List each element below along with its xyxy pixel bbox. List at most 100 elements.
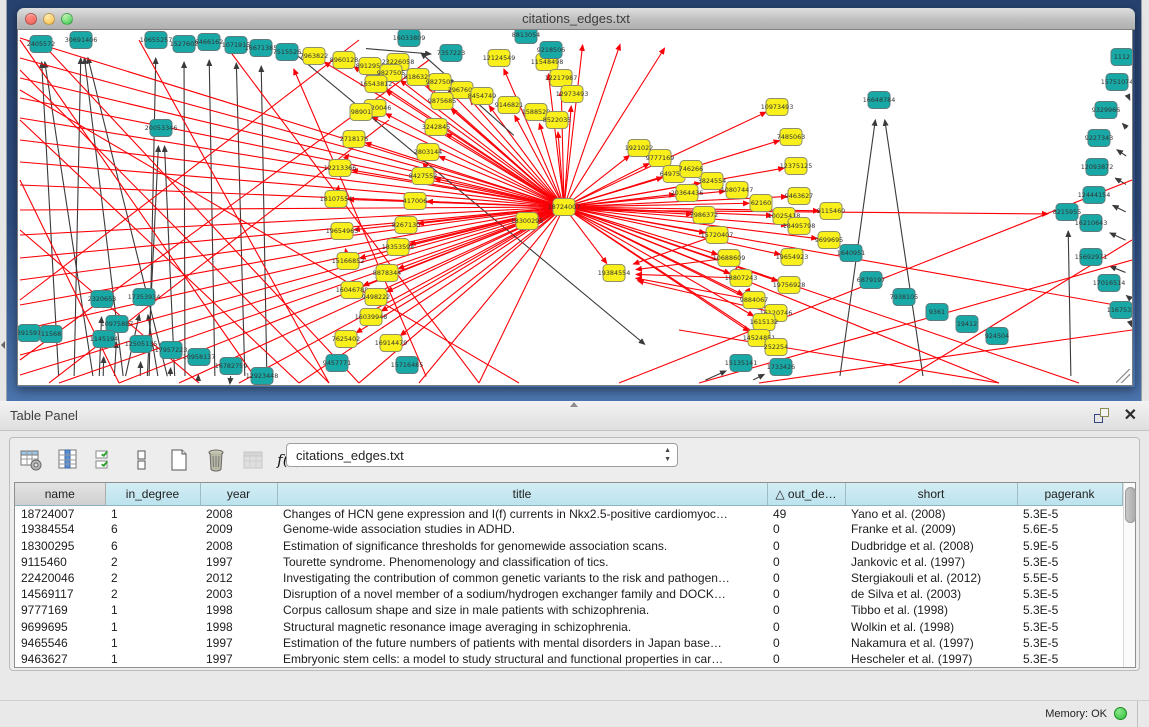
column-header-pagerank[interactable]: pagerank — [1017, 483, 1122, 505]
network-node[interactable]: 1112 — [1111, 49, 1132, 66]
table-row[interactable]: 946362711997Embryonic stem cells: a mode… — [15, 651, 1122, 667]
collapse-left-arrow-icon[interactable] — [1, 341, 5, 349]
network-node[interactable]: 3242845 — [422, 119, 450, 136]
network-node[interactable]: 10975887 — [101, 316, 134, 333]
column-header-year[interactable]: year — [200, 483, 277, 505]
network-node[interactable]: 8267130 — [392, 217, 420, 234]
table-scrollbar-thumb[interactable] — [1125, 487, 1136, 523]
network-node[interactable]: 19654923 — [776, 249, 809, 266]
table-row[interactable]: 1830029562008Estimation of significance … — [15, 538, 1122, 554]
network-node[interactable]: 16210643 — [1075, 215, 1108, 232]
table-settings-icon[interactable] — [18, 447, 44, 473]
network-node[interactable]: 19654963 — [326, 223, 359, 240]
network-node[interactable]: 2405572 — [27, 36, 55, 53]
panel-resize-handle[interactable] — [570, 402, 578, 407]
table-scrollbar[interactable] — [1123, 483, 1136, 667]
network-node[interactable]: 7357223 — [437, 45, 465, 62]
network-node[interactable]: 12444154 — [1078, 187, 1111, 204]
network-node[interactable]: 9361 — [926, 304, 948, 321]
import-table-disabled-icon[interactable] — [240, 447, 266, 473]
network-node[interactable]: 7938105 — [890, 289, 918, 306]
network-node[interactable]: 9329966 — [1092, 102, 1120, 119]
close-panel-icon[interactable]: ✕ — [1124, 405, 1137, 425]
network-node[interactable]: 6879197 — [857, 272, 885, 289]
network-node[interactable]: 12213366 — [324, 160, 357, 177]
network-node[interactable]: 924504 — [985, 328, 1009, 345]
network-node[interactable]: 7625402 — [332, 331, 360, 348]
network-node[interactable]: 18353594 — [382, 239, 415, 256]
network-node[interactable]: 9218506 — [537, 42, 565, 59]
table-row[interactable]: 1938455462009Genome-wide association stu… — [15, 521, 1122, 537]
network-node[interactable]: 12973493 — [556, 86, 589, 103]
table-row[interactable]: 2242004622012Investigating the contribut… — [15, 570, 1122, 586]
network-node[interactable]: 1640951 — [837, 245, 865, 262]
network-node[interactable]: 15692971 — [1075, 249, 1108, 266]
network-node[interactable]: 7963822 — [300, 48, 328, 65]
network-graph[interactable]: 1872400779638228960128891295423226058982… — [18, 30, 1132, 385]
network-node[interactable]: 11568 — [40, 326, 62, 343]
network-node[interactable]: 17016514 — [1093, 275, 1126, 292]
network-node[interactable]: 252254 — [764, 339, 788, 356]
network-node[interactable]: 17353934 — [128, 289, 161, 306]
table-row[interactable]: 977716911998Corpus callosum shape and si… — [15, 602, 1122, 618]
network-node[interactable]: 8813054 — [512, 30, 540, 44]
network-node[interactable]: 30691406 — [65, 32, 98, 49]
network-node[interactable]: 16648784 — [863, 92, 896, 109]
network-node[interactable]: 10655257 — [140, 32, 173, 49]
new-table-icon[interactable] — [166, 447, 192, 473]
network-node[interactable]: 7986372 — [690, 207, 718, 224]
network-node[interactable]: 16914479 — [375, 335, 408, 352]
network-node[interactable]: 9463627 — [785, 188, 813, 205]
network-node[interactable]: 20053346 — [145, 120, 178, 137]
network-node[interactable]: 15166852 — [332, 253, 365, 270]
network-node[interactable]: 15751074 — [1101, 74, 1132, 91]
network-node[interactable]: 16033809 — [393, 30, 426, 47]
network-node[interactable]: 9777169 — [646, 150, 674, 167]
network-node[interactable]: 2718176 — [340, 131, 368, 148]
network-node[interactable]: 15720407 — [701, 227, 734, 244]
table-row[interactable]: 969969511998Structural magnetic resonanc… — [15, 618, 1122, 634]
network-node[interactable]: 62160 — [750, 195, 772, 212]
network-node[interactable]: 1615132 — [750, 314, 778, 331]
network-node[interactable]: 746266 — [679, 161, 703, 178]
table-mode-icon[interactable] — [129, 447, 155, 473]
network-node[interactable]: 2320653 — [88, 291, 116, 308]
network-node[interactable]: 1733426 — [767, 359, 795, 376]
resize-grip-icon[interactable] — [1116, 369, 1130, 383]
table-selector-dropdown[interactable]: citations_edges.txt ▲▼ — [286, 443, 678, 467]
table-row[interactable]: 1872400712008Changes of HCN gene express… — [15, 505, 1122, 521]
network-node[interactable]: 7485063 — [777, 129, 805, 146]
network-node[interactable]: 10688609 — [713, 250, 746, 267]
column-header-short[interactable]: short — [845, 483, 1017, 505]
table-row[interactable]: 911546021997Tourette syndrome. Phenomeno… — [15, 554, 1122, 570]
network-node[interactable]: 12375125 — [780, 158, 813, 175]
network-node[interactable]: 9146821 — [495, 97, 523, 114]
network-node[interactable]: 1167533 — [1107, 302, 1132, 319]
network-node[interactable]: 9875685 — [428, 93, 456, 110]
table-row[interactable]: 1456911722003Disruption of a novel membe… — [15, 586, 1122, 602]
network-canvas[interactable]: 1872400779638228960128891295423226058982… — [17, 30, 1133, 386]
network-node[interactable]: 10958137 — [183, 349, 216, 366]
network-node[interactable]: 1145194 — [90, 331, 118, 348]
network-node[interactable]: 2803144 — [414, 144, 442, 161]
network-node[interactable]: 19756928 — [773, 277, 806, 294]
delete-table-icon[interactable] — [203, 447, 229, 473]
network-node[interactable]: 8454749 — [468, 88, 496, 105]
column-header-title[interactable]: title — [277, 483, 767, 505]
network-node[interactable]: 9115460 — [817, 203, 845, 220]
network-node[interactable]: 8427552 — [409, 168, 437, 185]
select-rows-icon[interactable] — [92, 447, 118, 473]
network-node[interactable]: 417006 — [403, 193, 427, 210]
network-node[interactable]: 19384554 — [598, 265, 631, 282]
window-titlebar[interactable]: citations_edges.txt — [17, 8, 1135, 30]
network-node[interactable]: 15135141 — [725, 355, 758, 372]
network-node[interactable]: 9227343 — [1085, 130, 1113, 147]
network-node[interactable]: 12093872 — [1081, 159, 1114, 176]
column-visibility-icon[interactable] — [55, 447, 81, 473]
float-panel-icon[interactable] — [1094, 408, 1109, 423]
network-node[interactable]: 6466162 — [195, 34, 223, 51]
column-header-name[interactable]: name — [15, 483, 105, 505]
network-node[interactable]: 8215955 — [1053, 204, 1081, 221]
network-node[interactable]: 391591 — [18, 325, 41, 342]
network-node[interactable]: 9498222 — [362, 289, 390, 306]
